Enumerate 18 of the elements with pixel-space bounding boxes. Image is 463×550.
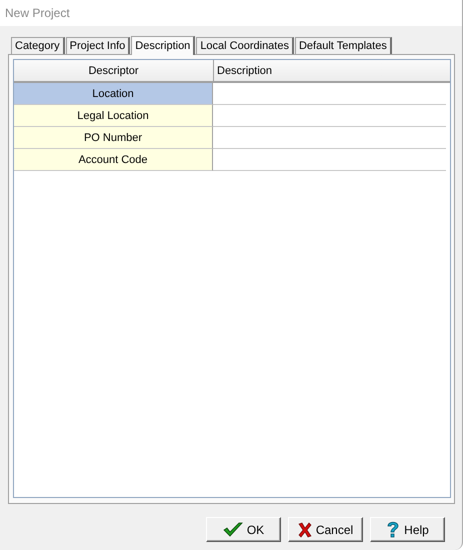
column-header[interactable]: Descriptor (14, 60, 214, 81)
x-icon (298, 522, 312, 538)
tab[interactable]: Category (11, 37, 65, 54)
table-cell[interactable]: PO Number (14, 127, 213, 149)
question-mark-icon (386, 520, 400, 538)
cancel-button[interactable]: Cancel (288, 517, 363, 542)
table-cell[interactable]: Location (14, 83, 213, 105)
window-title: New Project (5, 6, 70, 20)
help-button[interactable]: Help (370, 517, 445, 542)
column-header[interactable]: Description (214, 60, 450, 81)
tab[interactable]: Project Info (66, 37, 130, 54)
ok-button[interactable]: OK (206, 517, 281, 542)
tab[interactable]: Default Templates (294, 37, 392, 54)
table-cell[interactable]: Legal Location (14, 105, 213, 127)
checkmark-icon (222, 522, 243, 538)
table-cell[interactable]: Account Code (14, 149, 213, 171)
tab[interactable]: Description (131, 36, 196, 55)
tab[interactable]: Local Coordinates (196, 37, 294, 54)
